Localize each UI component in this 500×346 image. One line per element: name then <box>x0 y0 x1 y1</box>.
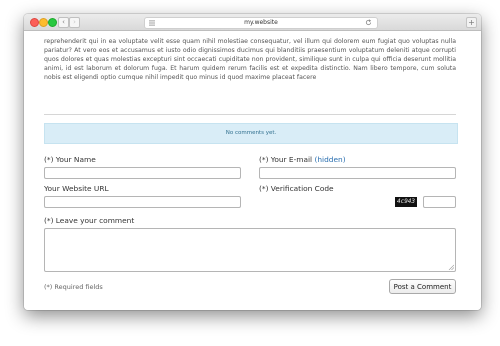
website-url-input[interactable] <box>44 196 241 208</box>
email-label: (*) Your E-mail (hidden) <box>259 155 346 164</box>
comment-textarea[interactable] <box>44 228 456 272</box>
close-window-button[interactable] <box>30 18 39 27</box>
email-hidden-note: (hidden) <box>314 155 346 164</box>
post-comment-button[interactable]: Post a Comment <box>389 279 456 294</box>
address-bar[interactable]: my.website <box>144 17 378 29</box>
reload-icon[interactable] <box>365 19 372 26</box>
new-tab-button[interactable]: + <box>466 17 477 28</box>
name-label: (*) Your Name <box>44 155 96 164</box>
name-label-text: (*) Your Name <box>44 155 96 164</box>
page-content: reprehenderit qui in ea voluptate velit … <box>24 31 481 310</box>
comment-label: (*) Leave your comment <box>44 216 135 225</box>
forward-button[interactable]: › <box>69 17 80 28</box>
required-fields-note: (*) Required fields <box>44 283 103 291</box>
article-text-block: reprehenderit qui in ea voluptate velit … <box>44 37 456 82</box>
email-label-text: (*) Your E-mail <box>259 155 313 164</box>
verification-code-input[interactable] <box>423 196 456 208</box>
back-button[interactable]: ‹ <box>58 17 69 28</box>
captcha-image: 4c943 <box>395 197 417 207</box>
name-input[interactable] <box>44 167 241 179</box>
website-url-label: Your Website URL <box>44 184 109 193</box>
browser-window: ‹ › my.website + reprehenderit qui in ea… <box>24 14 481 310</box>
email-input[interactable] <box>259 167 456 179</box>
zoom-window-button[interactable] <box>48 18 57 27</box>
verification-code-label: (*) Verification Code <box>259 184 334 193</box>
resize-grip-icon[interactable] <box>448 264 454 270</box>
browser-titlebar: ‹ › my.website + <box>24 14 481 31</box>
article-paragraph: reprehenderit qui in ea voluptate velit … <box>44 38 456 82</box>
no-comments-notice: No comments yet. <box>44 123 458 144</box>
minimize-window-button[interactable] <box>39 18 48 27</box>
section-divider <box>44 114 456 115</box>
address-text[interactable]: my.website <box>145 18 377 28</box>
